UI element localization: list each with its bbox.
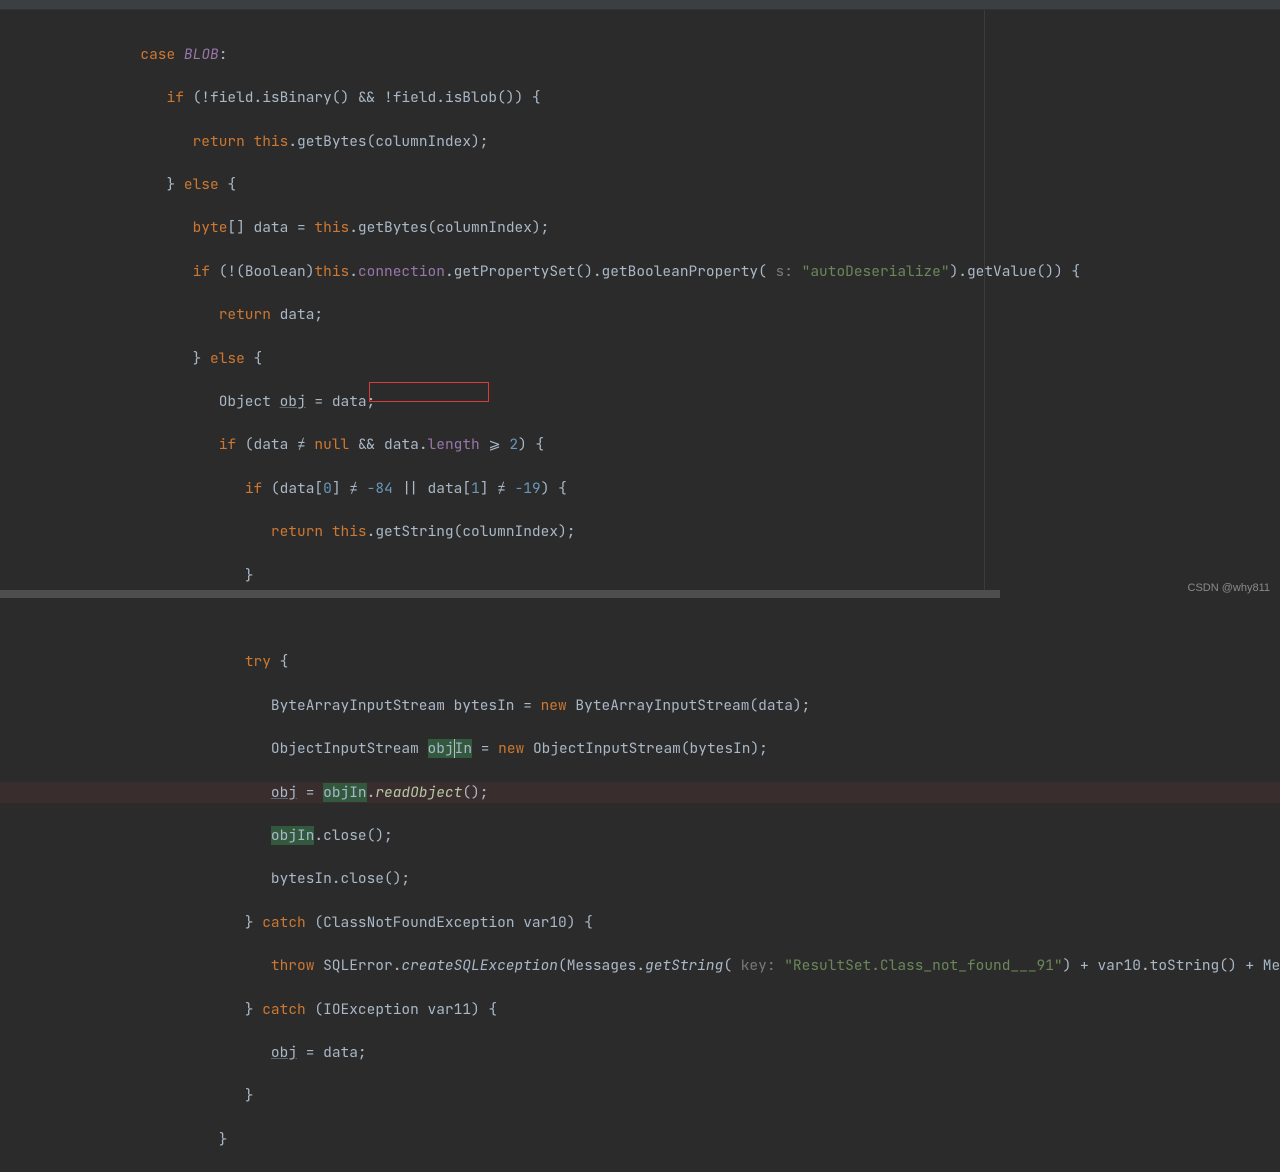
code-line: obj = data;	[0, 1042, 1280, 1064]
code-line: if (!field.isBinary() && !field.isBlob()…	[0, 87, 1280, 109]
code-line: if (data ≠ null && data.length ⩾ 2) {	[0, 434, 1280, 456]
code-line: }	[0, 565, 1280, 587]
code-line: bytesIn.close();	[0, 868, 1280, 890]
code-line: Object obj = data;	[0, 391, 1280, 413]
code-line: objIn.close();	[0, 825, 1280, 847]
code-line: if (data[0] ≠ -84 || data[1] ≠ -19) {	[0, 478, 1280, 500]
code-line: if (!(Boolean)this.connection.getPropert…	[0, 261, 1280, 283]
code-line: ByteArrayInputStream bytesIn = new ByteA…	[0, 695, 1280, 717]
code-line: throw SQLError.createSQLException(Messag…	[0, 955, 1280, 977]
code-line: case BLOB:	[0, 44, 1280, 66]
right-margin-guide	[984, 10, 985, 598]
code-line	[0, 608, 1280, 630]
code-line: } catch (IOException var11) {	[0, 999, 1280, 1021]
code-line: } else {	[0, 348, 1280, 370]
code-line: return data;	[0, 304, 1280, 326]
read-object-call: readObject	[375, 783, 462, 802]
horizontal-scrollthumb[interactable]	[0, 590, 1000, 598]
code-line: return this.getString(columnIndex);	[0, 521, 1280, 543]
code-line: }	[0, 1085, 1280, 1107]
find-toolbar	[0, 0, 1280, 10]
watermark-text: CSDN @why811	[1188, 582, 1271, 594]
code-line: } else {	[0, 174, 1280, 196]
horizontal-scrollbar[interactable]	[0, 590, 1280, 598]
code-line: ObjectInputStream objIn = new ObjectInpu…	[0, 738, 1280, 760]
code-line: } catch (ClassNotFoundException var10) {	[0, 912, 1280, 934]
code-line: }	[0, 1129, 1280, 1151]
code-line: byte[] data = this.getBytes(columnIndex)…	[0, 217, 1280, 239]
code-line-highlighted: obj = objIn.readObject();	[0, 782, 1280, 804]
code-line: return this.getBytes(columnIndex);	[0, 131, 1280, 153]
code-line: try {	[0, 651, 1280, 673]
